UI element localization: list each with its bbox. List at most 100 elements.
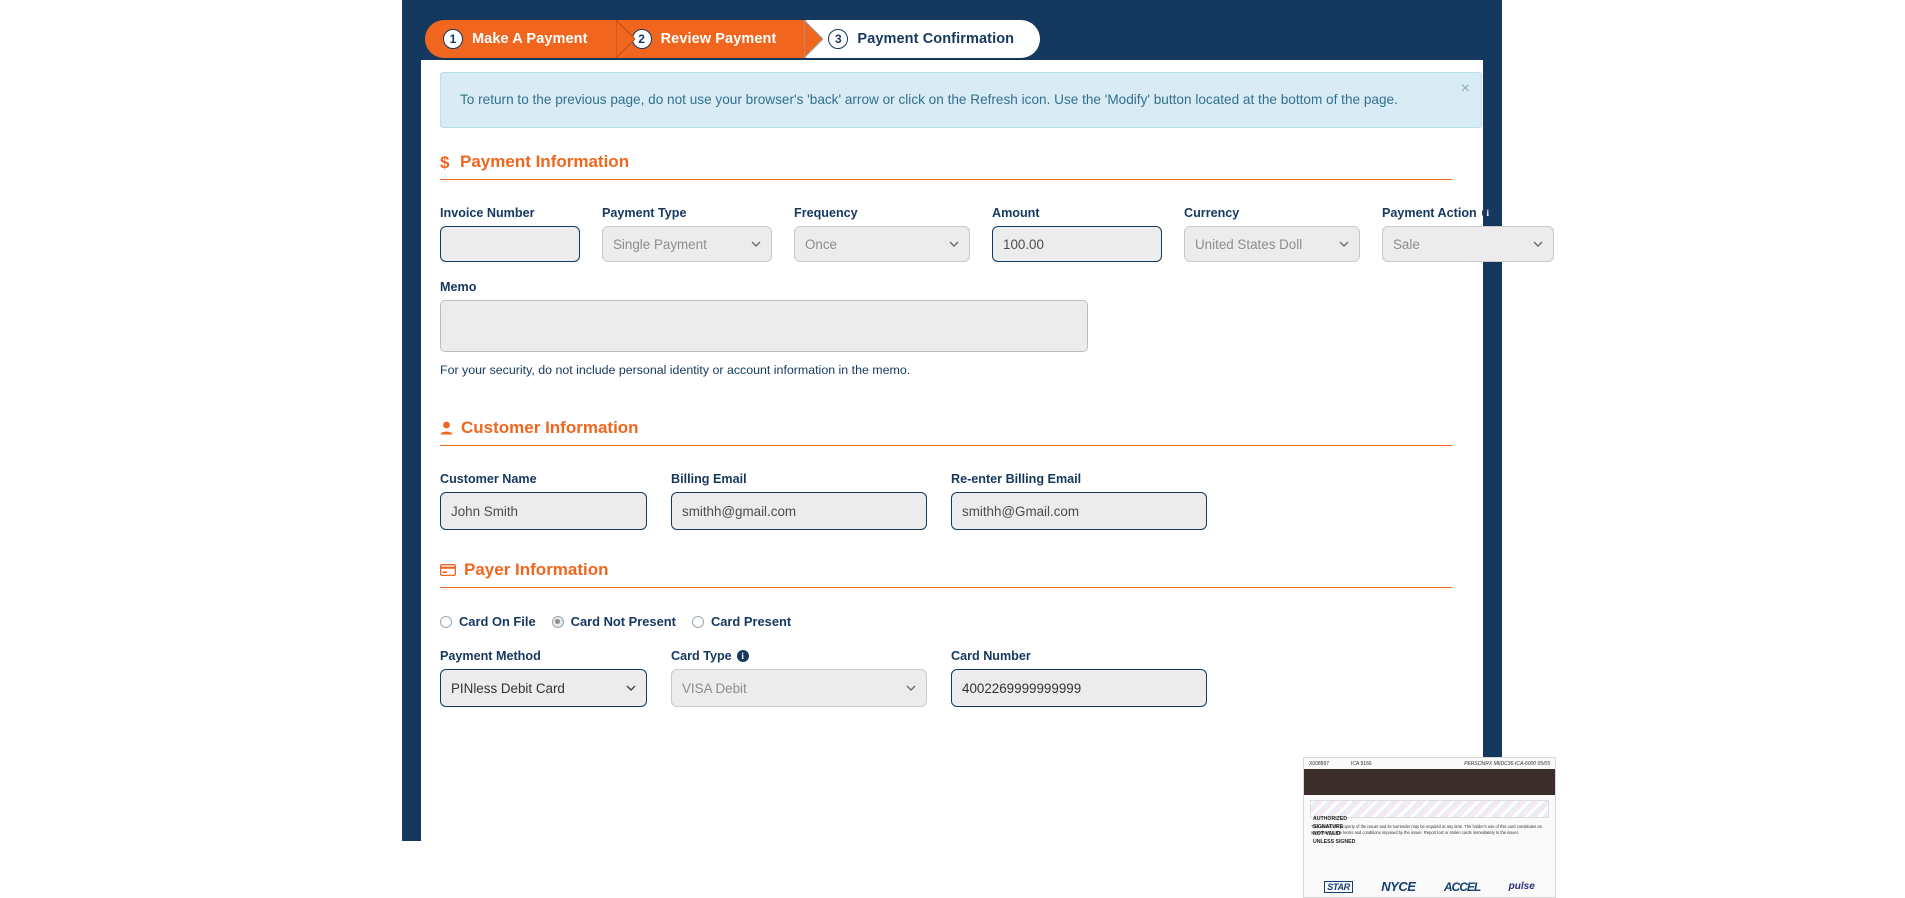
currency-value: United States Doll (1195, 236, 1303, 252)
reenter-billing-email-input[interactable]: smithh@Gmail.com (951, 492, 1207, 530)
invoice-number-label: Invoice Number (440, 206, 535, 220)
credit-card-icon (440, 564, 456, 576)
radio-card-not-present[interactable]: Card Not Present (551, 614, 676, 629)
wizard-step-1-arrow-icon (615, 20, 635, 58)
star-network-logo: STAR (1324, 880, 1353, 893)
billing-email-field-group: Billing Email smithh@gmail.com (671, 472, 927, 530)
payment-action-field-group: Payment Action i Sale (1382, 206, 1554, 262)
customer-information-heading-label: Customer Information (461, 418, 639, 437)
amount-label: Amount (992, 206, 1040, 220)
payment-action-select[interactable]: Sale (1382, 226, 1554, 262)
content-area: To return to the previous page, do not u… (421, 60, 1556, 898)
chevron-down-icon (1339, 241, 1349, 247)
reenter-billing-email-label: Re-enter Billing Email (951, 472, 1082, 486)
card-network-logos: STAR NYCE ACCEL pulse (1304, 879, 1555, 894)
payer-information-section: Payer Information Card On File Card Not … (440, 560, 1452, 707)
chevron-down-icon (626, 685, 636, 691)
info-icon[interactable]: i (1481, 207, 1494, 219)
payment-type-field-group: Payment Type Single Payment (602, 206, 772, 262)
wizard-step-1-label: Make A Payment (472, 31, 588, 47)
wizard-step-review-payment[interactable]: 2 Review Payment (617, 20, 824, 58)
radio-card-on-file-dot (440, 615, 452, 628)
card-back-image: X008897 ICA 9166 PERSONRX MIIDC36-ICA-60… (1303, 757, 1556, 898)
card-code-left: X008897 (1309, 761, 1330, 767)
currency-field-group: Currency United States Doll (1184, 206, 1360, 262)
billing-email-label: Billing Email (671, 472, 747, 486)
accel-network-logo: ACCEL (1443, 879, 1481, 894)
customer-name-label: Customer Name (440, 472, 537, 486)
alert-close-icon[interactable]: × (1461, 81, 1470, 97)
wizard-step-make-a-payment[interactable]: 1 Make A Payment (425, 20, 635, 58)
dollar-icon: $ (440, 154, 452, 171)
memo-textarea[interactable] (440, 300, 1088, 352)
radio-card-on-file-label: Card On File (459, 614, 536, 629)
card-type-label: Card Type i (671, 649, 927, 663)
payment-method-select[interactable]: PINless Debit Card (440, 669, 647, 707)
payer-information-heading-label: Payer Information (464, 560, 609, 579)
reenter-billing-email-field-group: Re-enter Billing Email smithh@Gmail.com (951, 472, 1207, 530)
card-code-right: PERSONRX MIIDC36-ICA-6000 05/05 (1464, 761, 1550, 767)
payment-type-label: Payment Type (602, 206, 687, 220)
chevron-down-icon (1533, 241, 1543, 247)
nyce-network-logo: NYCE (1381, 879, 1416, 894)
customer-information-section: Customer Information Customer Name John … (440, 418, 1452, 530)
wizard-step-1-badge: 1 (443, 29, 463, 49)
payer-information-heading: Payer Information (440, 560, 1452, 588)
chevron-down-icon (751, 241, 761, 247)
frequency-value: Once (805, 236, 838, 252)
frequency-select[interactable]: Once (794, 226, 970, 262)
card-code-mid: ICA 9166 (1351, 761, 1372, 767)
payment-information-section: $ Payment Information Invoice Number Pay… (440, 152, 1554, 377)
card-number-input[interactable]: 4002269999999999 (951, 669, 1207, 707)
card-type-value: VISA Debit (682, 680, 747, 696)
wizard-step-payment-confirmation[interactable]: 3 Payment Confirmation (806, 20, 1041, 58)
card-magnetic-stripe (1304, 769, 1555, 795)
wizard-step-2-badge: 2 (631, 29, 652, 49)
pulse-network-logo: pulse (1508, 881, 1535, 892)
payment-method-label: Payment Method (440, 649, 541, 663)
radio-card-present-dot (691, 615, 704, 628)
wizard-step-3-badge: 3 (828, 29, 849, 49)
customer-name-input[interactable]: John Smith (440, 492, 647, 530)
card-number-label: Card Number (951, 649, 1031, 663)
user-icon (440, 421, 453, 435)
card-type-field-group: Card Type i VISA Debit (671, 649, 927, 707)
customer-name-field-group: Customer Name John Smith (440, 472, 647, 530)
wizard-step-3-label: Payment Confirmation (857, 31, 1015, 47)
amount-input[interactable]: 100.00 (992, 226, 1162, 262)
frequency-field-group: Frequency Once (794, 206, 970, 262)
payment-action-label: Payment Action i (1382, 206, 1554, 220)
card-signature-text: AUTHORIZED SIGNATURE NOT VALID UNLESS SIGNE… (1313, 816, 1356, 845)
card-number-field-group: Card Number 4002269999999999 (951, 649, 1207, 707)
payment-information-heading-label: Payment Information (460, 152, 630, 171)
invoice-number-field-group: Invoice Number (440, 206, 580, 262)
memo-security-note: For your security, do not include person… (440, 363, 911, 377)
payment-type-value: Single Payment (613, 236, 707, 252)
app-frame: 1 Make A Payment 2 Review Payment 3 Paym… (402, 0, 1556, 898)
chevron-down-icon (949, 241, 959, 247)
billing-email-input[interactable]: smithh@gmail.com (671, 492, 927, 530)
info-alert-message: To return to the previous page, do not u… (460, 92, 1398, 108)
card-type-label-text: Card Type (671, 649, 732, 663)
chevron-down-icon (906, 685, 916, 691)
amount-field-group: Amount 100.00 (992, 206, 1162, 262)
payment-action-label-text: Payment Action (1382, 206, 1477, 220)
radio-card-present[interactable]: Card Present (691, 614, 792, 629)
wizard-step-2-label: Review Payment (660, 31, 777, 47)
frequency-label: Frequency (794, 206, 858, 220)
payment-method-field-group: Payment Method PINless Debit Card (440, 649, 647, 707)
svg-text:$: $ (440, 154, 450, 171)
card-type-select[interactable]: VISA Debit (671, 669, 927, 707)
currency-select[interactable]: United States Doll (1184, 226, 1360, 262)
radio-card-not-present-dot (551, 615, 564, 628)
radio-card-present-label: Card Present (710, 614, 792, 629)
payment-type-select[interactable]: Single Payment (602, 226, 772, 262)
invoice-number-input[interactable] (440, 226, 580, 262)
currency-label: Currency (1184, 206, 1240, 220)
payment-step-wizard: 1 Make A Payment 2 Review Payment 3 Paym… (425, 20, 1041, 58)
info-alert: To return to the previous page, do not u… (440, 72, 1482, 128)
radio-card-on-file[interactable]: Card On File (440, 614, 536, 629)
info-icon[interactable]: i (736, 650, 749, 662)
card-presence-radio-group: Card On File Card Not Present Card Prese… (440, 614, 1452, 629)
payment-information-heading: $ Payment Information (440, 152, 1452, 180)
